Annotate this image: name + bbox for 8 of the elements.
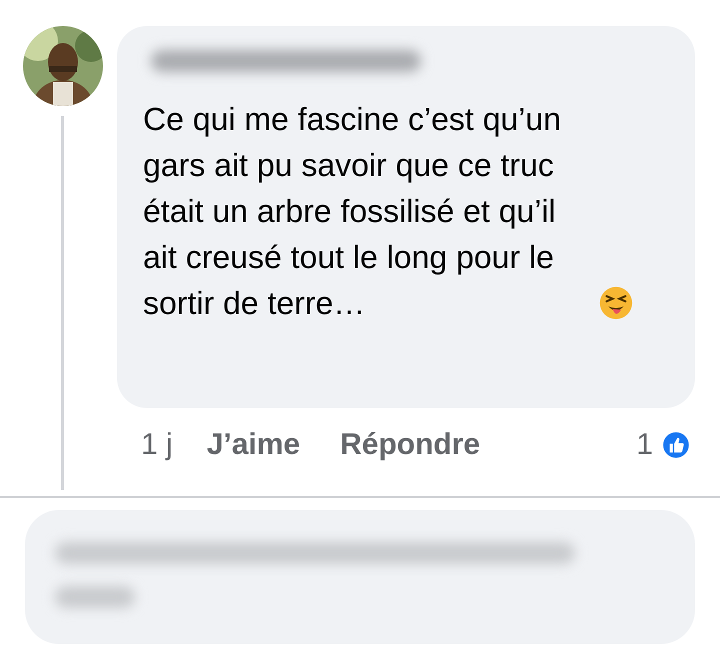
squinting-face-icon (599, 286, 633, 320)
like-link[interactable]: J’aime (206, 428, 300, 462)
reply-link[interactable]: Répondre (340, 428, 480, 462)
comment-text: Ce qui me fascine c’est qu’un gars ait pu savoir que ce truc était un arbre fossilisé et qu’il ait creusé tout le long pour le sortir de terre… (143, 100, 562, 323)
comment-age: 1 j (141, 428, 173, 462)
thumbs-up-icon[interactable] (661, 430, 691, 460)
comment-input-field[interactable] (25, 510, 695, 644)
reaction-count[interactable]: 1 (636, 428, 653, 462)
